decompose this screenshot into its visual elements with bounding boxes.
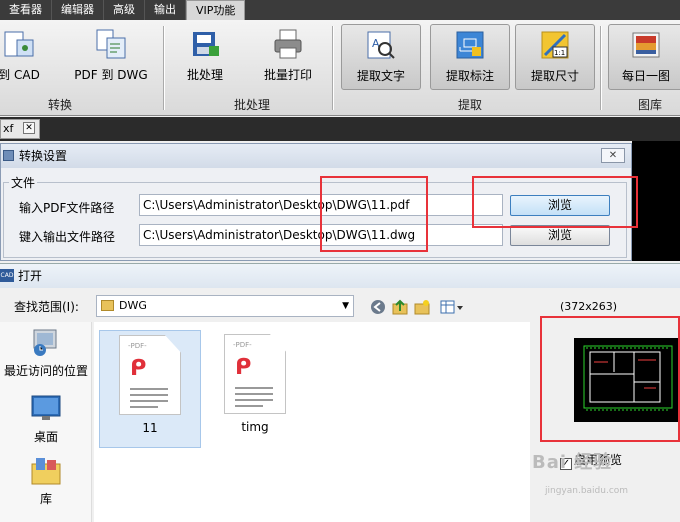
dialog-app-icon — [3, 150, 14, 161]
file-name: 11 — [142, 421, 158, 435]
extract-text-label: 提取文字 — [356, 69, 405, 83]
pdf-file-tag: -PDF- — [128, 342, 147, 350]
desktop-icon — [30, 394, 62, 424]
tab-vip[interactable]: VIP功能 — [186, 0, 246, 20]
extract-annotation-button[interactable]: 提取标注 — [430, 24, 510, 90]
daily-picture-label: 每日一图 — [621, 69, 670, 83]
group-divider — [332, 26, 334, 110]
batch-icon — [189, 28, 221, 60]
ribbon: 到 CAD PDF 到 DWG 转换 批处理 批量打印 批处理 A 提取文字 提… — [0, 20, 680, 116]
to-cad-button[interactable]: 到 CAD — [0, 28, 42, 88]
tab-advanced[interactable]: 高级 — [104, 0, 145, 20]
picture-icon — [630, 29, 662, 61]
printer-icon — [272, 28, 304, 60]
extract-annotation-icon — [454, 29, 486, 61]
tab-viewer[interactable]: 查看器 — [0, 0, 52, 20]
place-library[interactable]: 库 — [0, 456, 92, 507]
batch-label: 批处理 — [186, 68, 223, 82]
place-recent[interactable]: 最近访问的位置 — [0, 328, 92, 379]
file-name: timg — [241, 420, 269, 434]
pdf-file-icon: -PDF- ᑭ — [224, 334, 286, 414]
extract-annotation-label: 提取标注 — [445, 69, 494, 83]
highlight-box — [472, 176, 638, 228]
pdf-to-dwg-label: PDF 到 DWG — [74, 68, 148, 82]
watermark-url: jingyan.baidu.com — [545, 486, 629, 496]
extract-text-button[interactable]: A 提取文字 — [341, 24, 421, 90]
chevron-down-icon: ▼ — [342, 301, 349, 311]
place-recent-label: 最近访问的位置 — [3, 364, 88, 378]
text-line — [235, 387, 273, 389]
dialog-title: 转换设置 — [19, 149, 68, 163]
extract-dimension-label: 提取尺寸 — [530, 69, 579, 83]
extract-dimension-icon: 1:1 — [539, 29, 571, 61]
look-in-label: 查找范围(I): — [14, 300, 79, 314]
recent-places-icon — [30, 328, 62, 358]
tab-editor[interactable]: 编辑器 — [52, 0, 104, 20]
group-label-convert: 转换 — [48, 98, 73, 112]
file-item[interactable]: -PDF- ᑭ 11 — [99, 330, 201, 448]
back-icon[interactable] — [370, 299, 386, 315]
browse-output-button[interactable]: 浏览 — [510, 225, 610, 246]
tab-output[interactable]: 输出 — [145, 0, 186, 20]
open-dialog-title: 打开 — [18, 269, 43, 283]
input-path-label: 输入PDF文件路径 — [19, 201, 115, 215]
text-line — [130, 394, 168, 396]
look-in-value: DWG — [119, 299, 147, 312]
folder-icon — [101, 300, 114, 311]
pdf-to-dwg-icon — [95, 28, 127, 60]
pdf-to-dwg-button[interactable]: PDF 到 DWG — [70, 28, 152, 88]
document-tab-close[interactable]: ✕ — [18, 119, 38, 139]
batch-print-label: 批量打印 — [263, 68, 312, 82]
file-group-title: 文件 — [9, 174, 38, 191]
view-menu-icon[interactable] — [440, 299, 466, 315]
batch-button[interactable]: 批处理 — [182, 28, 228, 88]
library-icon — [30, 456, 62, 486]
text-line — [235, 393, 273, 395]
group-label-gallery: 图库 — [638, 98, 663, 112]
ribbon-tabs: 查看器 编辑器 高级 输出 VIP功能 — [0, 0, 680, 20]
text-line — [130, 406, 158, 408]
drawing-canvas — [632, 141, 680, 261]
watermark: Bai 经验 — [532, 452, 613, 473]
place-desktop[interactable]: 桌面 — [0, 394, 92, 445]
pdf-file-tag: -PDF- — [233, 341, 252, 349]
group-label-extract: 提取 — [458, 98, 483, 112]
dialog-title-bar: 转换设置 ✕ — [1, 144, 631, 168]
group-divider — [600, 26, 602, 110]
place-desktop-label: 桌面 — [33, 430, 58, 444]
group-label-batch: 批处理 — [234, 98, 271, 112]
text-line — [235, 399, 273, 401]
text-line — [235, 405, 263, 407]
text-line — [130, 400, 168, 402]
close-icon[interactable]: ✕ — [23, 122, 35, 134]
pdf-logo-icon: ᑭ — [235, 355, 252, 380]
up-folder-icon[interactable] — [392, 299, 408, 315]
pdf-logo-icon: ᑭ — [130, 356, 147, 381]
output-path-label: 键入输出文件路径 — [19, 230, 116, 244]
dialog-close-button[interactable]: ✕ — [601, 148, 625, 163]
document-tab-strip: xf ✕ — [0, 117, 680, 141]
daily-picture-button[interactable]: 每日一图 — [608, 24, 680, 90]
document-tab-label: xf — [3, 122, 14, 135]
preview-size-label: (372x263) — [560, 300, 618, 313]
highlight-box — [320, 176, 428, 252]
open-dialog-title-bar: CAD 打开 — [0, 264, 680, 288]
places-bar: 最近访问的位置 桌面 库 — [0, 322, 92, 522]
convert-icon — [3, 28, 35, 60]
place-library-label: 库 — [39, 492, 52, 506]
svg-text:1:1: 1:1 — [554, 49, 565, 57]
text-line — [130, 388, 168, 390]
cad-app-icon: CAD — [0, 269, 14, 282]
highlight-box — [540, 316, 680, 442]
pdf-file-icon: -PDF- ᑭ — [119, 335, 181, 415]
batch-print-button[interactable]: 批量打印 — [258, 28, 318, 88]
file-item[interactable]: -PDF- ᑭ timg — [204, 330, 306, 448]
group-divider — [163, 26, 165, 110]
new-folder-icon[interactable] — [414, 299, 430, 315]
look-in-combobox[interactable]: DWG ▼ — [96, 295, 354, 317]
extract-text-icon: A — [365, 29, 397, 61]
to-cad-label: 到 CAD — [0, 68, 40, 82]
extract-dimension-button[interactable]: 1:1 提取尺寸 — [515, 24, 595, 90]
file-list: -PDF- ᑭ 11 -PDF- ᑭ timg — [94, 322, 530, 522]
